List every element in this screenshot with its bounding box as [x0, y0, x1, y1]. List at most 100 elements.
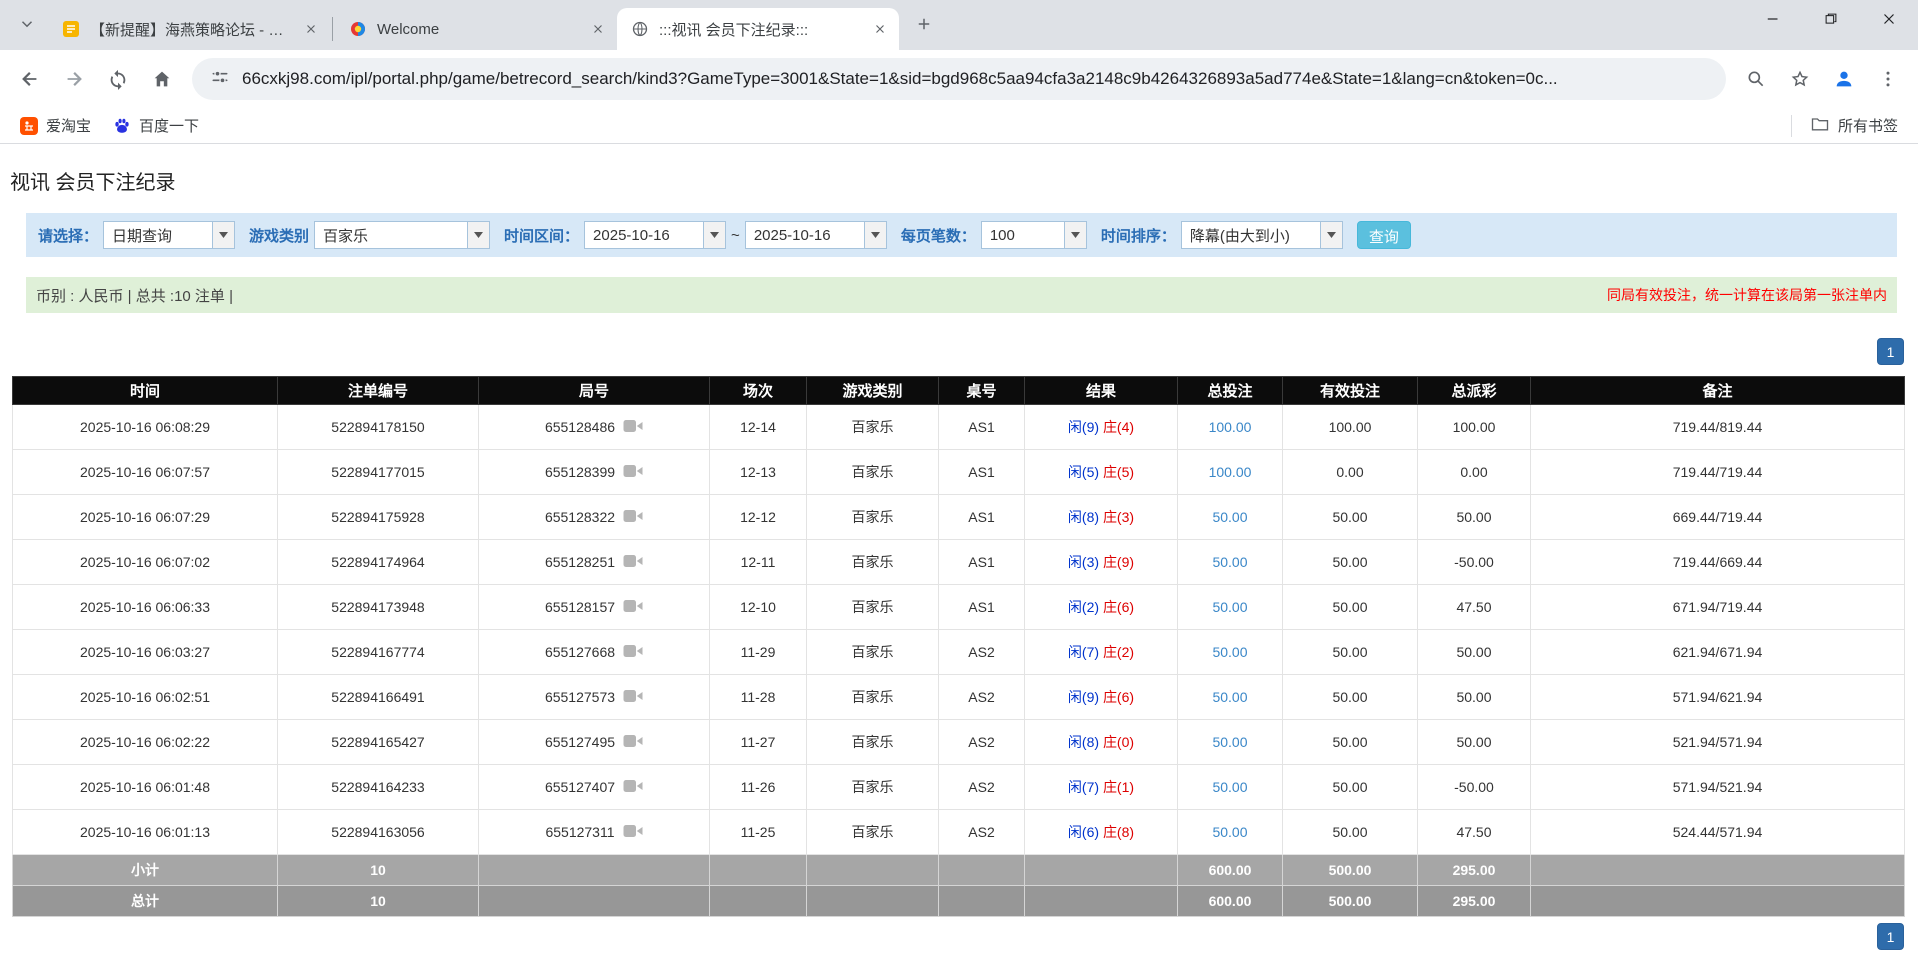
home-button[interactable] [142, 59, 182, 99]
maximize-button[interactable] [1802, 0, 1860, 38]
date-from-select[interactable]: 2025-10-16 [584, 221, 726, 249]
total-empty-cell [939, 886, 1025, 917]
video-icon[interactable] [623, 554, 643, 571]
total-valid-bet: 500.00 [1283, 886, 1418, 917]
total-bet-link[interactable]: 50.00 [1212, 779, 1247, 795]
total-bet-link[interactable]: 50.00 [1212, 554, 1247, 570]
total-bet-link[interactable]: 50.00 [1212, 689, 1247, 705]
sort-select[interactable]: 降幕(由大到小) [1181, 221, 1343, 249]
cell-result: 闲(7) 庄(1) [1025, 765, 1178, 810]
cell-bet-id: 522894165427 [278, 720, 479, 765]
result-banker: 庄(6) [1103, 599, 1134, 615]
page-number-button[interactable]: 1 [1877, 923, 1904, 950]
combo-arrow-icon[interactable] [1064, 222, 1086, 248]
result-player: 闲(7) [1068, 779, 1099, 795]
profile-avatar[interactable] [1824, 59, 1864, 99]
bookmark-aitaobao[interactable]: 爱淘宝 [12, 111, 99, 140]
header-bet-id: 注单编号 [278, 377, 479, 405]
minimize-button[interactable] [1744, 0, 1802, 38]
tab-close-icon[interactable] [869, 18, 891, 40]
all-bookmarks-button[interactable]: 所有书签 [1802, 110, 1906, 142]
cell-bet-id: 522894173948 [278, 585, 479, 630]
video-icon[interactable] [623, 824, 643, 841]
bet-records-table: 时间 注单编号 局号 场次 游戏类别 桌号 结果 总投注 有效投注 总派彩 备注… [12, 376, 1905, 917]
sort-value: 降幕(由大到小) [1182, 222, 1320, 248]
result-banker: 庄(4) [1103, 419, 1134, 435]
cell-remark: 719.44/719.44 [1531, 450, 1905, 495]
video-icon[interactable] [623, 689, 643, 706]
cell-session: 12-11 [710, 540, 807, 585]
total-bet-link[interactable]: 50.00 [1212, 734, 1247, 750]
video-icon[interactable] [623, 779, 643, 796]
tab-close-icon[interactable] [587, 18, 609, 40]
combo-arrow-icon[interactable] [864, 222, 886, 248]
header-payout: 总派彩 [1418, 377, 1531, 405]
total-bet-link[interactable]: 100.00 [1209, 419, 1252, 435]
menu-icon[interactable] [1868, 59, 1908, 99]
total-bet-link[interactable]: 50.00 [1212, 644, 1247, 660]
cell-total-bet: 50.00 [1178, 540, 1283, 585]
cell-remark: 621.94/671.94 [1531, 630, 1905, 675]
cell-bet-id: 522894163056 [278, 810, 479, 855]
combo-arrow-icon[interactable] [212, 222, 234, 248]
game-type-select[interactable]: 百家乐 [314, 221, 490, 249]
reload-button[interactable] [98, 59, 138, 99]
video-icon[interactable] [623, 734, 643, 751]
bookmark-star-icon[interactable] [1780, 59, 1820, 99]
video-icon[interactable] [623, 644, 643, 661]
page-number-button[interactable]: 1 [1877, 338, 1904, 365]
cell-round: 655127311 [479, 810, 710, 855]
cell-session: 11-29 [710, 630, 807, 675]
query-type-select[interactable]: 日期查询 [103, 221, 235, 249]
cell-round: 655128157 [479, 585, 710, 630]
combo-arrow-icon[interactable] [703, 222, 725, 248]
total-bet-link[interactable]: 100.00 [1209, 464, 1252, 480]
combo-arrow-icon[interactable] [1320, 222, 1342, 248]
new-tab-button[interactable] [907, 8, 941, 42]
close-button[interactable] [1860, 0, 1918, 38]
site-info-icon[interactable] [210, 67, 230, 92]
per-page-select[interactable]: 100 [981, 221, 1087, 249]
subtotal-valid-bet: 500.00 [1283, 855, 1418, 886]
tab-welcome[interactable]: Welcome [335, 8, 617, 50]
cell-result: 闲(3) 庄(9) [1025, 540, 1178, 585]
video-icon[interactable] [623, 419, 643, 436]
forward-button[interactable] [54, 59, 94, 99]
subtotal-empty-cell [807, 855, 939, 886]
tab-search-button[interactable] [10, 8, 44, 42]
address-bar[interactable]: 66cxkj98.com/ipl/portal.php/game/betreco… [192, 58, 1726, 100]
tab-betrecord[interactable]: :::视讯 会员下注纪录::: [617, 8, 899, 50]
combo-arrow-icon[interactable] [467, 222, 489, 248]
table-row: 2025-10-16 06:01:13522894163056655127311… [13, 810, 1905, 855]
bookmark-baidu[interactable]: 百度一下 [105, 111, 207, 140]
tab-forum[interactable]: 【新提醒】海燕策略论坛 - 综合 [48, 8, 330, 50]
cell-payout: 100.00 [1418, 405, 1531, 450]
result-player: 闲(8) [1068, 734, 1099, 750]
cell-valid-bet: 50.00 [1283, 720, 1418, 765]
header-total-bet: 总投注 [1178, 377, 1283, 405]
tab-close-icon[interactable] [300, 18, 322, 40]
url-text[interactable]: 66cxkj98.com/ipl/portal.php/game/betreco… [242, 69, 1558, 89]
cell-result: 闲(6) 庄(8) [1025, 810, 1178, 855]
cell-remark: 719.44/819.44 [1531, 405, 1905, 450]
back-button[interactable] [10, 59, 50, 99]
zoom-icon[interactable] [1736, 59, 1776, 99]
date-to-select[interactable]: 2025-10-16 [745, 221, 887, 249]
cell-time: 2025-10-16 06:02:22 [13, 720, 278, 765]
cell-time: 2025-10-16 06:07:02 [13, 540, 278, 585]
cell-game: 百家乐 [807, 675, 939, 720]
cell-payout: 50.00 [1418, 630, 1531, 675]
filter-sort: 时间排序： 降幕(由大到小) [1101, 221, 1343, 249]
video-icon[interactable] [623, 599, 643, 616]
forum-favicon [62, 20, 80, 38]
search-button[interactable]: 查询 [1357, 221, 1411, 249]
video-icon[interactable] [623, 509, 643, 526]
total-bet-link[interactable]: 50.00 [1212, 509, 1247, 525]
total-bet-link[interactable]: 50.00 [1212, 599, 1247, 615]
cell-remark: 571.94/521.94 [1531, 765, 1905, 810]
cell-payout: 47.50 [1418, 585, 1531, 630]
header-remark: 备注 [1531, 377, 1905, 405]
total-payout: 295.00 [1418, 886, 1531, 917]
total-bet-link[interactable]: 50.00 [1212, 824, 1247, 840]
video-icon[interactable] [623, 464, 643, 481]
